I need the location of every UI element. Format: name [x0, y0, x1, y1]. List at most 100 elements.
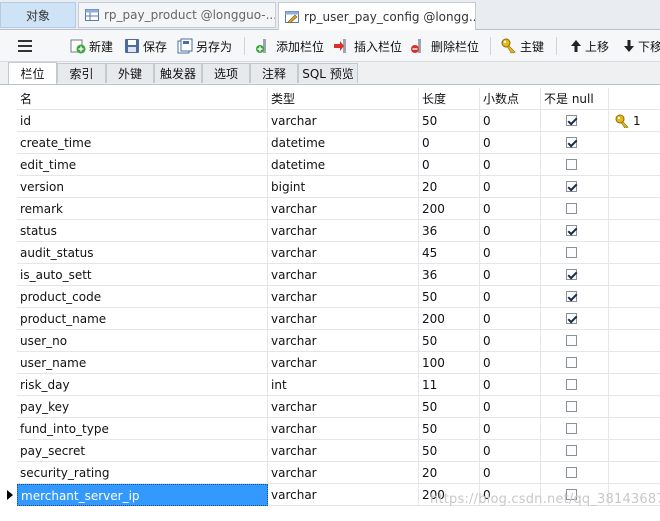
move-up-button[interactable]: 上移 [570, 35, 609, 57]
not-null-checkbox[interactable] [566, 445, 577, 456]
field-name-cell[interactable]: user_name [17, 352, 268, 374]
field-name-cell[interactable]: security_rating [17, 462, 268, 484]
field-type-cell[interactable]: varchar [268, 264, 419, 286]
not-null-checkbox[interactable] [566, 313, 577, 324]
table-row[interactable]: id varchar 50 0 1 [0, 110, 660, 132]
table-row[interactable]: is_auto_sett varchar 36 0 [0, 264, 660, 286]
not-null-checkbox[interactable] [566, 291, 577, 302]
field-type-cell[interactable]: varchar [268, 440, 419, 462]
tab-fields[interactable]: 栏位 [8, 62, 57, 84]
field-type-cell[interactable]: datetime [268, 154, 419, 176]
field-type-cell[interactable]: varchar [268, 352, 419, 374]
tab-indexes[interactable]: 索引 [57, 63, 106, 83]
field-name-cell[interactable]: merchant_server_ip [17, 484, 268, 506]
field-name-cell[interactable]: product_name [17, 308, 268, 330]
field-type-cell[interactable]: datetime [268, 132, 419, 154]
save-button[interactable]: 保存 [124, 35, 167, 57]
field-decimals-cell[interactable]: 0 [480, 330, 541, 352]
field-decimals-cell[interactable]: 0 [480, 264, 541, 286]
table-row[interactable]: version bigint 20 0 [0, 176, 660, 198]
move-down-button[interactable]: 下移 [623, 35, 660, 57]
add-column-button[interactable]: 添加栏位 [255, 35, 324, 57]
field-decimals-cell[interactable]: 0 [480, 308, 541, 330]
field-length-cell[interactable]: 20 [419, 462, 480, 484]
not-null-checkbox[interactable] [566, 335, 577, 346]
field-decimals-cell[interactable]: 0 [480, 110, 541, 132]
tab-sql-preview[interactable]: SQL 预览 [298, 63, 358, 83]
tab-comment[interactable]: 注释 [250, 63, 298, 83]
table-row[interactable]: security_rating varchar 20 0 [0, 462, 660, 484]
field-name-cell[interactable]: product_code [17, 286, 268, 308]
field-length-cell[interactable]: 0 [419, 154, 480, 176]
field-decimals-cell[interactable]: 0 [480, 176, 541, 198]
not-null-checkbox[interactable] [566, 467, 577, 478]
field-length-cell[interactable]: 45 [419, 242, 480, 264]
field-name-cell[interactable]: create_time [17, 132, 268, 154]
field-name-cell[interactable]: fund_into_type [17, 418, 268, 440]
field-name-cell[interactable]: pay_key [17, 396, 268, 418]
field-length-cell[interactable]: 50 [419, 396, 480, 418]
table-row[interactable]: pay_key varchar 50 0 [0, 396, 660, 418]
not-null-checkbox[interactable] [566, 137, 577, 148]
header-not-null[interactable]: 不是 null [541, 88, 609, 110]
field-type-cell[interactable]: varchar [268, 198, 419, 220]
field-type-cell[interactable]: varchar [268, 220, 419, 242]
field-name-cell[interactable]: pay_secret [17, 440, 268, 462]
table-row[interactable]: create_time datetime 0 0 [0, 132, 660, 154]
field-decimals-cell[interactable]: 0 [480, 352, 541, 374]
field-type-cell[interactable]: varchar [268, 462, 419, 484]
field-decimals-cell[interactable]: 0 [480, 286, 541, 308]
field-length-cell[interactable]: 50 [419, 110, 480, 132]
field-length-cell[interactable]: 50 [419, 286, 480, 308]
table-row[interactable]: risk_day int 11 0 [0, 374, 660, 396]
field-name-cell[interactable]: remark [17, 198, 268, 220]
table-row[interactable]: product_code varchar 50 0 [0, 286, 660, 308]
field-decimals-cell[interactable]: 0 [480, 440, 541, 462]
field-name-cell[interactable]: edit_time [17, 154, 268, 176]
field-decimals-cell[interactable]: 0 [480, 374, 541, 396]
header-decimals[interactable]: 小数点 [480, 88, 541, 110]
tab-rp-pay-product[interactable]: rp_pay_product @longguo-... [78, 2, 276, 28]
table-row[interactable]: user_no varchar 50 0 [0, 330, 660, 352]
not-null-checkbox[interactable] [566, 379, 577, 390]
field-name-cell[interactable]: is_auto_sett [17, 264, 268, 286]
tab-triggers[interactable]: 触发器 [154, 63, 202, 83]
field-type-cell[interactable]: varchar [268, 110, 419, 132]
field-type-cell[interactable]: varchar [268, 418, 419, 440]
field-type-cell[interactable]: varchar [268, 242, 419, 264]
new-button[interactable]: 新建 [70, 35, 113, 57]
header-name[interactable]: 名 [17, 88, 268, 110]
field-decimals-cell[interactable]: 0 [480, 242, 541, 264]
table-row[interactable]: fund_into_type varchar 50 0 [0, 418, 660, 440]
not-null-checkbox[interactable] [566, 181, 577, 192]
field-name-cell[interactable]: version [17, 176, 268, 198]
tab-options[interactable]: 选项 [202, 63, 250, 83]
field-length-cell[interactable]: 36 [419, 264, 480, 286]
delete-column-button[interactable]: 删除栏位 [410, 35, 479, 57]
primary-key-button[interactable]: 主键 [501, 35, 544, 57]
field-type-cell[interactable]: varchar [268, 396, 419, 418]
field-length-cell[interactable]: 50 [419, 418, 480, 440]
field-length-cell[interactable]: 36 [419, 220, 480, 242]
field-type-cell[interactable]: varchar [268, 286, 419, 308]
field-type-cell[interactable]: varchar [268, 308, 419, 330]
table-row[interactable]: user_name varchar 100 0 [0, 352, 660, 374]
field-name-cell[interactable]: risk_day [17, 374, 268, 396]
field-length-cell[interactable]: 11 [419, 374, 480, 396]
table-row[interactable]: edit_time datetime 0 0 [0, 154, 660, 176]
field-decimals-cell[interactable]: 0 [480, 396, 541, 418]
menu-button[interactable] [18, 35, 35, 57]
field-decimals-cell[interactable]: 0 [480, 418, 541, 440]
not-null-checkbox[interactable] [566, 269, 577, 280]
field-length-cell[interactable]: 20 [419, 176, 480, 198]
field-name-cell[interactable]: id [17, 110, 268, 132]
table-row[interactable]: audit_status varchar 45 0 [0, 242, 660, 264]
tab-rp-user-pay-config[interactable]: rp_user_pay_config @longg... [278, 2, 476, 30]
field-length-cell[interactable]: 100 [419, 352, 480, 374]
field-length-cell[interactable]: 0 [419, 132, 480, 154]
field-type-cell[interactable]: int [268, 374, 419, 396]
field-length-cell[interactable]: 200 [419, 198, 480, 220]
tab-objects[interactable]: 对象 [0, 2, 76, 28]
not-null-checkbox[interactable] [566, 225, 577, 236]
field-length-cell[interactable]: 50 [419, 440, 480, 462]
